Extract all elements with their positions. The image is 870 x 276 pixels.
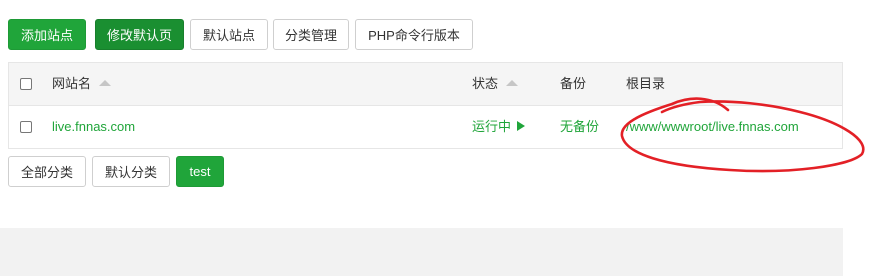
annotation-circle <box>620 97 865 173</box>
